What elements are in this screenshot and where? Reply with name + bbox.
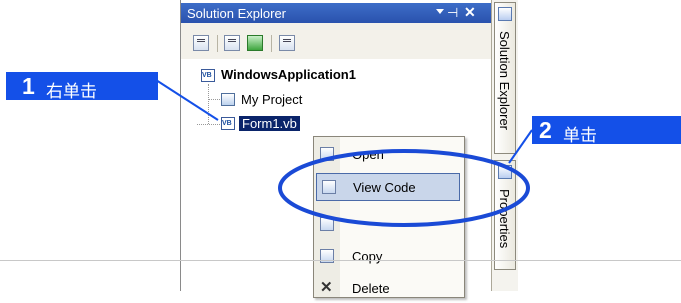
callout-2-pointer <box>508 129 533 164</box>
step-1-callout: 1 右单击 <box>6 72 158 101</box>
step-2-callout: 2 单击 <box>532 116 681 145</box>
callout-1-pointer <box>155 79 219 121</box>
highlight-ellipse <box>278 149 530 227</box>
step-instruction: 单击 <box>563 126 597 145</box>
step-number: 2 <box>539 117 552 143</box>
step-instruction: 右单击 <box>46 82 97 101</box>
step-number: 1 <box>22 73 35 99</box>
divider <box>0 260 681 261</box>
